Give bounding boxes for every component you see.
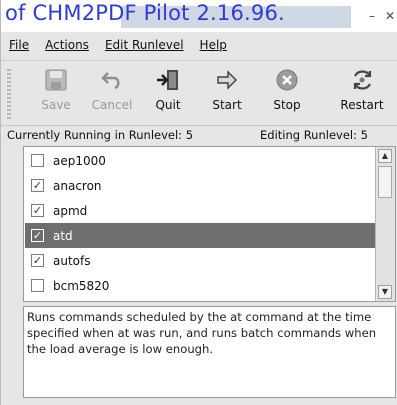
- stop-circle-icon: [276, 69, 298, 91]
- toolbar: Save Cancel Quit Start Stop Restart: [1, 60, 397, 126]
- vertical-scrollbar[interactable]: ▲ ▼: [375, 147, 395, 301]
- service-checkbox[interactable]: [31, 279, 44, 292]
- floppy-disk-icon: [45, 69, 67, 91]
- exit-door-icon: [157, 70, 178, 90]
- menu-bar: File Actions Edit Runlevel Help: [1, 34, 397, 56]
- close-button[interactable]: ✕: [383, 9, 397, 23]
- runlevel-status: Currently Running in Runlevel: 5 Editing…: [1, 126, 397, 146]
- scrollbar-thumb[interactable]: [378, 166, 392, 198]
- quit-button[interactable]: Quit: [138, 67, 198, 121]
- service-checkbox[interactable]: ✓: [31, 254, 44, 267]
- cancel-button[interactable]: Cancel: [82, 67, 142, 121]
- start-button[interactable]: Start: [197, 67, 257, 121]
- undo-arrow-icon: [101, 72, 120, 90]
- service-name: autofs: [53, 253, 91, 268]
- service-name: anacron: [53, 178, 102, 193]
- restart-button[interactable]: Restart: [332, 67, 392, 121]
- service-name: bcm5820: [53, 278, 110, 293]
- list-item[interactable]: bcm5820: [25, 273, 376, 298]
- save-label: Save: [41, 98, 71, 112]
- list-item[interactable]: ✓ autofs: [25, 248, 376, 273]
- editing-runlevel-text: Editing Runlevel: 5: [260, 128, 368, 142]
- list-item[interactable]: ✓ apmd: [25, 198, 376, 223]
- service-list[interactable]: aep1000 ✓ anacron ✓ apmd ✓ atd ✓ autofs …: [23, 146, 396, 302]
- service-checkbox[interactable]: [31, 154, 44, 167]
- minimize-button[interactable]: –: [365, 9, 379, 23]
- toolbar-grip-handle[interactable]: [7, 69, 11, 119]
- menu-file[interactable]: File: [9, 38, 29, 52]
- save-button[interactable]: Save: [26, 67, 86, 121]
- start-label: Start: [212, 98, 242, 112]
- service-name: atd: [53, 228, 73, 243]
- service-checkbox[interactable]: ✓: [31, 229, 44, 242]
- menu-edit-runlevel[interactable]: Edit Runlevel: [105, 38, 184, 52]
- stop-button[interactable]: Stop: [257, 67, 317, 121]
- stop-label: Stop: [273, 98, 301, 112]
- service-checkbox[interactable]: ✓: [31, 179, 44, 192]
- list-item-selected[interactable]: ✓ atd: [25, 223, 376, 248]
- window-title: of CHM2PDF Pilot 2.16.96.: [5, 1, 285, 25]
- menu-actions[interactable]: Actions: [45, 38, 89, 52]
- list-item[interactable]: aep1000: [25, 148, 376, 173]
- title-bar[interactable]: of CHM2PDF Pilot 2.16.96. – ✕: [1, 0, 397, 32]
- restart-label: Restart: [340, 98, 384, 112]
- service-configuration-window: of CHM2PDF Pilot 2.16.96. – ✕ File Actio…: [0, 0, 397, 405]
- service-checkbox[interactable]: ✓: [31, 204, 44, 217]
- service-name: apmd: [53, 203, 88, 218]
- quit-label: Quit: [155, 98, 181, 112]
- list-item[interactable]: ✓ anacron: [25, 173, 376, 198]
- scroll-up-arrow-icon[interactable]: ▲: [378, 149, 392, 163]
- current-runlevel-text: Currently Running in Runlevel: 5: [7, 128, 194, 142]
- service-description: Runs commands scheduled by the at comman…: [23, 306, 396, 398]
- restart-cycle-icon: [353, 70, 372, 90]
- service-name: aep1000: [53, 153, 106, 168]
- menu-help[interactable]: Help: [200, 38, 227, 52]
- right-arrow-icon: [217, 70, 238, 90]
- scroll-down-arrow-icon[interactable]: ▼: [378, 285, 392, 299]
- cancel-label: Cancel: [91, 98, 133, 112]
